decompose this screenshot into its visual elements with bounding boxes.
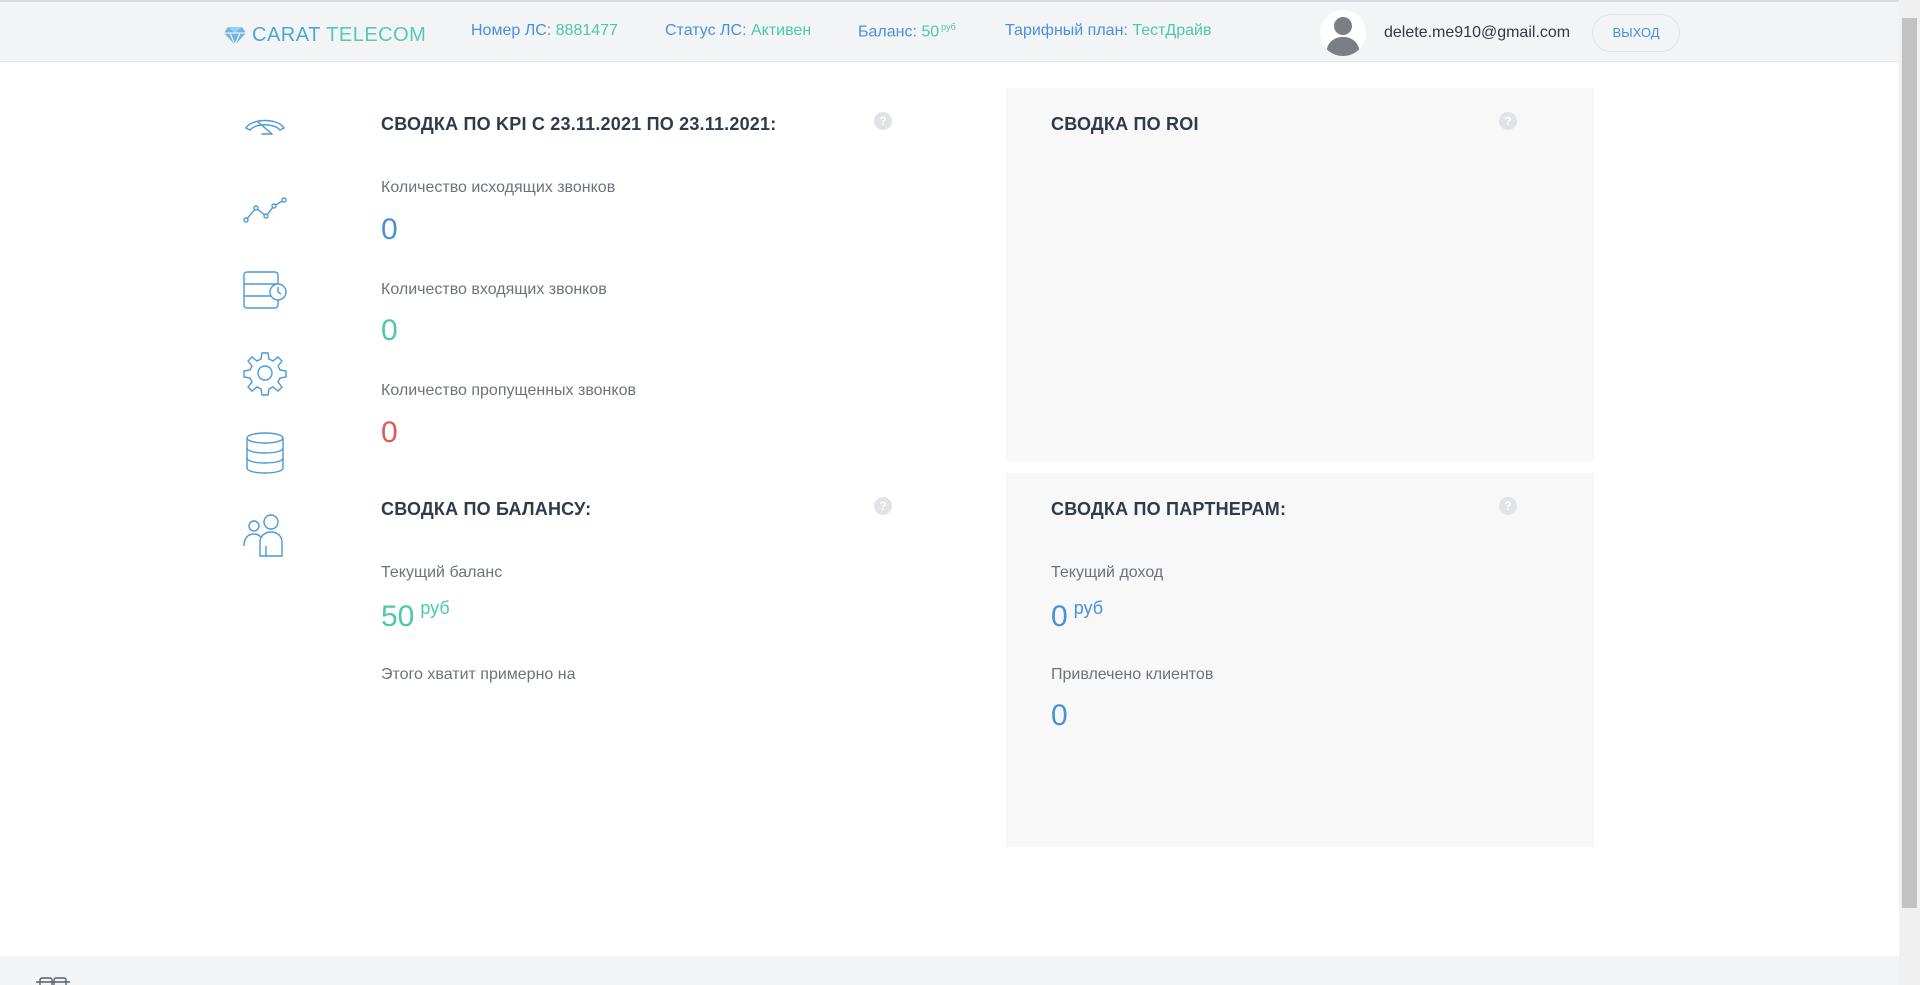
missed-calls-label: Количество пропущенных звонков bbox=[381, 382, 636, 399]
call-history-icon bbox=[243, 271, 287, 309]
line-chart-icon bbox=[243, 197, 287, 223]
gear-icon bbox=[243, 352, 287, 396]
current-balance-label: Текущий баланс bbox=[381, 564, 503, 581]
tariff-plan: Тарифный план: ТестДрайв bbox=[1005, 22, 1211, 40]
account-label: Номер ЛС: bbox=[471, 22, 552, 39]
account-number: Номер ЛС: 8881477 bbox=[471, 22, 618, 40]
plan-value: ТестДрайв bbox=[1132, 22, 1212, 39]
attracted-clients-label: Привлечено клиентов bbox=[1051, 666, 1214, 683]
partner-income-unit: руб bbox=[1073, 598, 1104, 618]
header-balance: Баланс: 50 руб bbox=[858, 22, 956, 41]
sidebar-item-database[interactable] bbox=[242, 430, 288, 476]
sidebar-item-call-history[interactable] bbox=[242, 268, 288, 314]
database-icon bbox=[246, 432, 284, 474]
partners-panel bbox=[1006, 473, 1594, 847]
account-status: Статус ЛС: Активен bbox=[665, 22, 811, 40]
incoming-calls-value: 0 bbox=[381, 314, 398, 347]
missed-calls-value: 0 bbox=[381, 416, 398, 449]
status-label: Статус ЛС: bbox=[665, 22, 747, 39]
outgoing-calls-value: 0 bbox=[381, 213, 398, 246]
users-icon bbox=[243, 514, 283, 557]
partner-income-value: 0 руб bbox=[1051, 598, 1103, 634]
scrollbar-thumb[interactable] bbox=[1902, 18, 1917, 908]
partner-income-amount: 0 bbox=[1051, 600, 1068, 633]
partners-help-icon[interactable]: ? bbox=[1499, 497, 1517, 515]
sidebar-item-settings[interactable] bbox=[242, 350, 288, 396]
kpi-help-icon[interactable]: ? bbox=[874, 112, 892, 130]
sidebar-item-dashboard[interactable] bbox=[242, 104, 288, 150]
balance-forecast-label: Этого хватит примерно на bbox=[381, 666, 576, 683]
user-silhouette-icon bbox=[1326, 17, 1360, 56]
sidebar-item-statistics[interactable] bbox=[242, 188, 288, 234]
current-balance-value: 50 руб bbox=[381, 598, 450, 634]
footer-phone-icon bbox=[36, 977, 70, 985]
roi-summary-title: СВОДКА ПО ROI bbox=[1051, 114, 1199, 134]
user-email[interactable]: delete.me910@gmail.com bbox=[1384, 24, 1570, 42]
footer bbox=[0, 956, 1899, 985]
sidebar-item-partners[interactable] bbox=[242, 512, 288, 558]
incoming-calls-label: Количество входящих звонков bbox=[381, 281, 607, 298]
balance-help-icon[interactable]: ? bbox=[874, 497, 892, 515]
partners-summary-title: СВОДКА ПО ПАРТНЕРАМ: bbox=[1051, 499, 1287, 519]
balance-summary-title: СВОДКА ПО БАЛАНСУ: bbox=[381, 499, 592, 519]
roi-help-icon[interactable]: ? bbox=[1499, 112, 1517, 130]
speedometer-icon bbox=[245, 119, 285, 135]
diamond-icon bbox=[224, 26, 246, 46]
balance-label: Баланс: bbox=[858, 23, 917, 41]
avatar[interactable] bbox=[1320, 10, 1366, 56]
logout-button[interactable]: выход bbox=[1592, 14, 1680, 52]
balance-unit: руб bbox=[941, 22, 956, 32]
kpi-summary-title: СВОДКА ПО KPI С 23.11.2021 ПО 23.11.2021… bbox=[381, 114, 777, 134]
partner-income-label: Текущий доход bbox=[1051, 564, 1164, 581]
plan-label: Тарифный план: bbox=[1005, 22, 1128, 39]
current-balance-amount: 50 bbox=[381, 600, 415, 633]
brand-name-part1: CARAT bbox=[252, 24, 321, 46]
top-bar: CARAT TELECOM Номер ЛС: 8881477 Статус Л… bbox=[0, 0, 1899, 62]
outgoing-calls-label: Количество исходящих звонков bbox=[381, 179, 616, 196]
brand-name-part2: TELECOM bbox=[326, 24, 427, 46]
brand-logo[interactable]: CARAT TELECOM bbox=[224, 24, 426, 47]
roi-panel bbox=[1006, 88, 1594, 462]
status-value: Активен bbox=[750, 22, 812, 39]
attracted-clients-value: 0 bbox=[1051, 699, 1068, 732]
balance-value: 50 bbox=[921, 23, 940, 41]
current-balance-unit: руб bbox=[420, 598, 450, 618]
account-value: 8881477 bbox=[555, 22, 618, 39]
